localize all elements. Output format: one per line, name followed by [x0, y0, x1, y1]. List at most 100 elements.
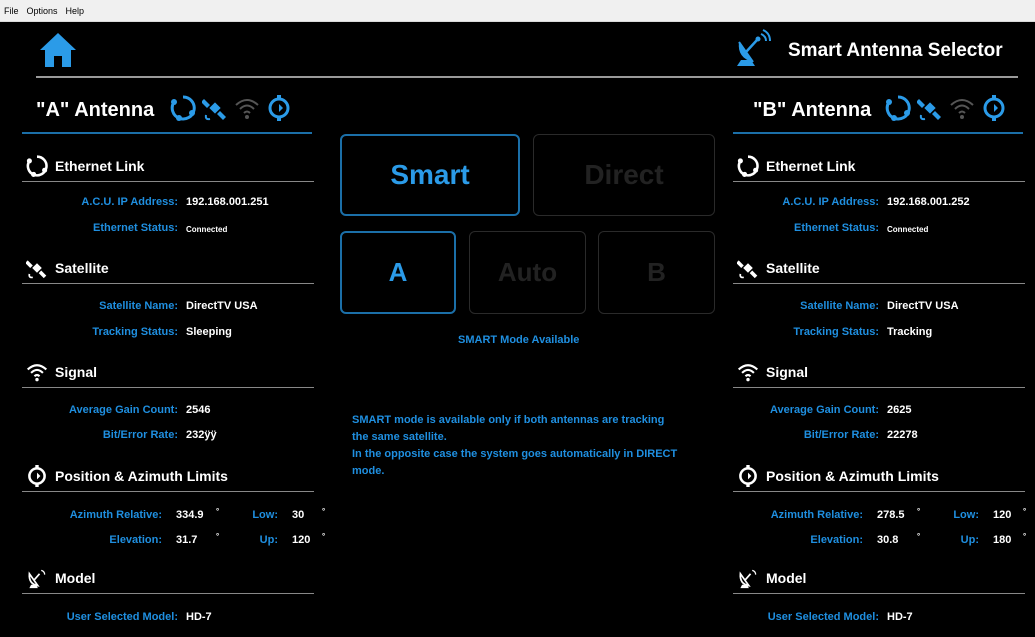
model-divider	[733, 593, 1025, 594]
tracking-status-label: Tracking Status:	[793, 326, 879, 338]
azimuth-label: Azimuth Relative:	[770, 509, 863, 521]
position-icon	[26, 465, 48, 487]
ethernet-section-title: Ethernet Link	[766, 158, 856, 174]
satellite-status-icon	[916, 95, 943, 126]
bit-error-rate-label: Bit/Error Rate:	[102, 429, 178, 441]
satellite-name-value: DirectTV USA	[887, 300, 959, 312]
average-gain-row: Average Gain Count: 2625	[733, 404, 1033, 420]
app-header: Smart Antenna Selector	[0, 22, 1035, 80]
satellite-icon	[736, 257, 759, 279]
signal-divider	[733, 387, 1025, 388]
antenna-b-button[interactable]: B	[598, 231, 715, 314]
azimuth-label: Azimuth Relative:	[69, 509, 162, 521]
signal-section-header: Signal	[733, 358, 1025, 388]
azimuth-row: Azimuth Relative: 334.9 ° Low: 30 °	[14, 507, 326, 525]
elevation-limit-label: Up:	[960, 534, 979, 546]
average-gain-row: Average Gain Count: 2546	[14, 404, 314, 420]
model-section-header: Model	[733, 564, 1025, 594]
ethernet-section-header: Ethernet Link	[733, 152, 1025, 182]
ip-address-label: A.C.U. IP Address:	[81, 196, 178, 208]
elevation-value: 31.7	[176, 534, 198, 546]
satellite-name-value: DirectTV USA	[186, 300, 258, 312]
menu-options[interactable]: Options	[27, 6, 58, 16]
elevation-limit-degree: °	[1023, 532, 1027, 541]
satellite-status-icon	[201, 95, 228, 126]
satellite-name-row: Satellite Name: DirectTV USA	[14, 300, 314, 316]
ip-address-label: A.C.U. IP Address:	[782, 196, 879, 208]
menu-help[interactable]: Help	[66, 6, 85, 16]
elevation-limit-value: 180	[993, 534, 1012, 546]
info-line-2: the same satellite.	[352, 431, 447, 443]
antenna-a-title: "A" Antenna	[36, 99, 155, 121]
auto-button[interactable]: Auto	[469, 231, 586, 314]
header-divider	[36, 76, 1018, 78]
ip-address-row: A.C.U. IP Address: 192.168.001.251	[14, 196, 314, 212]
satellite-name-label: Satellite Name:	[99, 300, 178, 312]
signal-icon	[737, 361, 759, 383]
home-icon[interactable]	[38, 30, 78, 70]
antenna-b-title: "B" Antenna	[753, 99, 872, 121]
signal-icon	[26, 361, 48, 383]
info-line-1: SMART mode is available only if both ant…	[352, 414, 665, 426]
elevation-label: Elevation:	[810, 534, 863, 546]
antenna-a-status-icons	[170, 95, 292, 126]
antenna-b-status-icons	[885, 95, 1007, 126]
azimuth-degree: °	[917, 507, 921, 516]
satellite-section-header: Satellite	[22, 254, 314, 284]
position-section-header: Position & Azimuth Limits	[22, 462, 314, 492]
position-divider	[733, 491, 1025, 492]
ip-address-value: 192.168.001.251	[186, 196, 269, 208]
ethernet-section-header: Ethernet Link	[22, 152, 314, 182]
ethernet-status-value: Connected	[887, 225, 929, 234]
elevation-row: Elevation: 30.8 ° Up: 180 °	[733, 532, 1033, 550]
ethernet-divider	[733, 181, 1025, 182]
ethernet-section-title: Ethernet Link	[55, 158, 145, 174]
position-icon	[737, 465, 759, 487]
model-icon	[737, 567, 759, 589]
smart-mode-button[interactable]: Smart	[340, 134, 520, 216]
satellite-name-label: Satellite Name:	[800, 300, 879, 312]
signal-section-title: Signal	[766, 364, 809, 380]
tracking-status-value: Sleeping	[186, 326, 232, 338]
position-status-icon	[266, 95, 292, 126]
signal-divider	[22, 387, 314, 388]
ethernet-icon	[26, 155, 48, 177]
ip-address-value: 192.168.001.252	[887, 196, 970, 208]
azimuth-value: 334.9	[176, 509, 204, 521]
antenna-a-button[interactable]: A	[340, 231, 456, 314]
model-section-title: Model	[55, 570, 96, 586]
ethernet-status-row: Ethernet Status: Connected	[14, 222, 314, 238]
satellite-section-title: Satellite	[55, 260, 109, 276]
elevation-limit-degree: °	[322, 532, 326, 541]
signal-status-icon	[949, 95, 975, 126]
selected-model-value: HD-7	[186, 611, 212, 623]
azimuth-limit-label: Low:	[252, 509, 278, 521]
antenna-b-divider	[733, 132, 1023, 134]
azimuth-limit-degree: °	[322, 507, 326, 516]
elevation-degree: °	[216, 532, 220, 541]
signal-section-title: Signal	[55, 364, 98, 380]
satellite-section-header: Satellite	[733, 254, 1025, 284]
model-section-title: Model	[766, 570, 807, 586]
elevation-row: Elevation: 31.7 ° Up: 120 °	[14, 532, 325, 550]
azimuth-limit-value: 30	[292, 509, 305, 521]
elevation-degree: °	[917, 532, 921, 541]
tracking-status-row: Tracking Status: Sleeping	[14, 326, 314, 342]
elevation-value: 30.8	[877, 534, 899, 546]
mode-status: SMART Mode Available	[458, 334, 580, 346]
tracking-status-value: Tracking	[887, 326, 933, 338]
bit-error-rate-label: Bit/Error Rate:	[803, 429, 879, 441]
selected-model-value: HD-7	[887, 611, 913, 623]
ethernet-status-label: Ethernet Status:	[93, 222, 178, 234]
bit-error-rate-value: 22278	[887, 429, 918, 441]
satellite-divider	[22, 283, 314, 284]
direct-mode-button[interactable]: Direct	[533, 134, 715, 216]
azimuth-value: 278.5	[877, 509, 905, 521]
azimuth-limit-value: 120	[993, 509, 1012, 521]
selected-model-row: User Selected Model: HD-7	[14, 611, 314, 627]
antenna-a-panel: "A" Antenna Ethernet Link A.C.U. IP Addr…	[14, 80, 326, 637]
model-divider	[22, 593, 314, 594]
tracking-status-row: Tracking Status: Tracking	[733, 326, 1033, 342]
menu-file[interactable]: File	[4, 6, 19, 16]
satellite-divider	[733, 283, 1025, 284]
